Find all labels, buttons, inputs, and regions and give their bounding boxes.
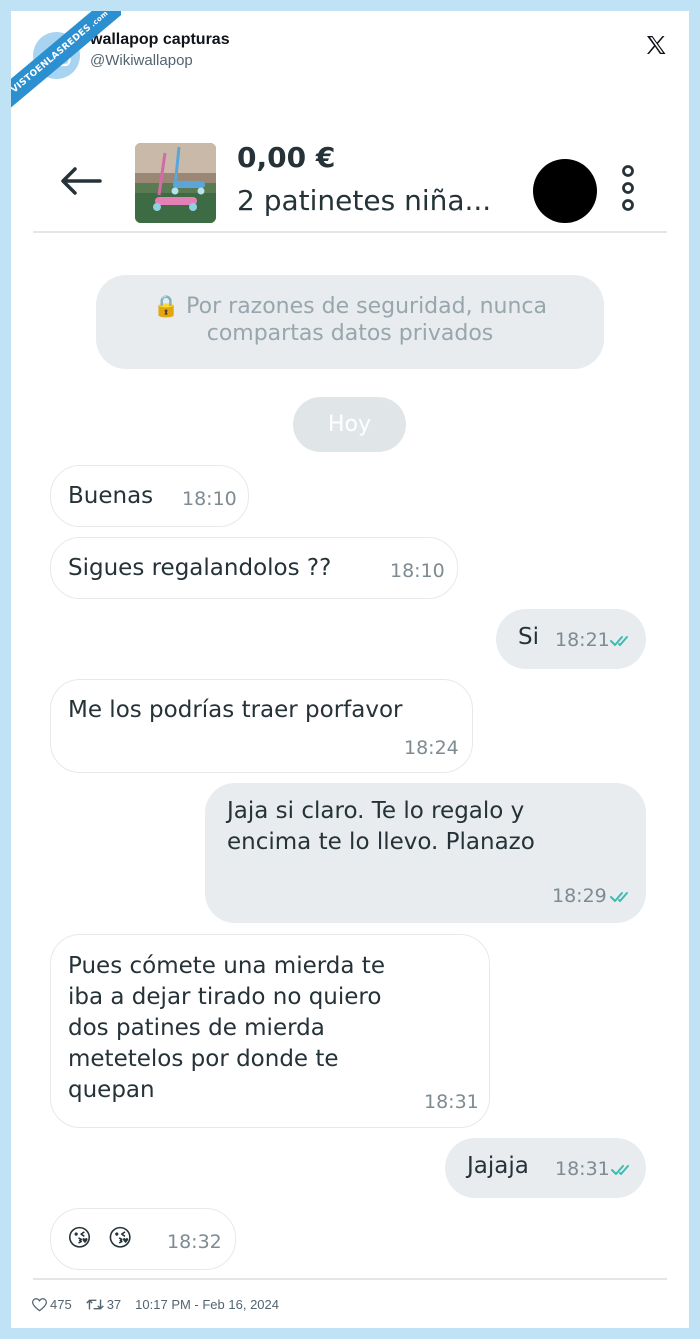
message-time: 18:31 — [424, 1091, 479, 1113]
message-bubble-incoming[interactable]: Sigues regalandolos ?? 18:10 — [50, 537, 458, 599]
like-count: 475 — [50, 1297, 72, 1312]
message-bubble-incoming[interactable]: Pues cómete una mierda te iba a dejar ti… — [50, 934, 490, 1128]
product-thumbnail[interactable] — [135, 143, 216, 223]
x-logo-icon[interactable] — [644, 33, 668, 57]
message-text: Buenas — [68, 483, 154, 509]
message-time: 18:24 — [404, 737, 459, 759]
safety-notice-line1: Por razones de seguridad, nunca — [186, 294, 547, 319]
tweet-footer: 475 37 10:17 PM - Feb 16, 2024 — [32, 1297, 293, 1312]
retweet-action[interactable]: 37 — [85, 1297, 122, 1312]
message-time: 18:10 — [182, 488, 237, 510]
message-bubble-outgoing[interactable]: Jaja si claro. Te lo regalo y encima te … — [205, 783, 646, 923]
message-bubble-outgoing[interactable]: Jajaja 18:31 — [445, 1138, 646, 1198]
tweet-card: VISTOENLASREDES .com wallapop capturas @W… — [11, 11, 689, 1328]
message-time: 18:29 — [552, 885, 607, 907]
scooter-image — [135, 143, 216, 223]
more-vertical-icon[interactable] — [620, 165, 636, 213]
message-bubble-incoming[interactable]: Me los podrías traer porfavor 18:24 — [50, 679, 473, 773]
watermark-label: VISTOENLASREDES — [11, 22, 94, 96]
like-action[interactable]: 475 — [32, 1297, 72, 1312]
message-text: 😘 😘 — [67, 1224, 137, 1252]
message-time: 18:21 — [555, 629, 610, 651]
watermark-sub: .com — [89, 11, 110, 29]
message-text: Pues cómete una mierda te iba a dejar ti… — [68, 953, 385, 1103]
message-text: Jaja si claro. Te lo regalo y encima te … — [227, 798, 535, 855]
day-separator: Hoy — [293, 397, 406, 452]
watermark-text: VISTOENLASREDES .com — [11, 11, 121, 116]
safety-notice-line2: compartas datos privados — [206, 321, 494, 346]
tweet-timestamp[interactable]: 10:17 PM - Feb 16, 2024 — [135, 1297, 279, 1312]
message-bubble-outgoing[interactable]: Si 18:21 — [496, 609, 646, 669]
message-text: Si — [518, 624, 539, 650]
safety-notice-line1-row: 🔒 Por razones de seguridad, nunca — [96, 293, 604, 320]
double-check-icon — [611, 1165, 629, 1175]
retweet-count: 37 — [106, 1297, 122, 1312]
message-time: 18:32 — [167, 1231, 222, 1253]
double-check-icon — [610, 636, 628, 646]
back-arrow-icon[interactable] — [60, 167, 102, 195]
product-price: 0,00 € — [237, 141, 336, 174]
message-text: Me los podrías traer porfavor — [68, 697, 403, 723]
retweet-icon — [85, 1299, 104, 1310]
watermark: VISTOENLASREDES .com — [11, 11, 121, 121]
message-bubble-incoming[interactable]: 😘 😘 18:32 — [50, 1208, 236, 1270]
footer-divider — [33, 1278, 667, 1280]
message-text: Jajaja — [467, 1153, 529, 1179]
seller-avatar[interactable] — [533, 159, 597, 223]
product-title[interactable]: 2 patinetes niña... — [237, 184, 491, 217]
message-time: 18:31 — [555, 1158, 610, 1180]
lock-icon: 🔒 — [153, 294, 180, 318]
message-text: Sigues regalandolos ?? — [68, 555, 332, 581]
safety-notice: 🔒 Por razones de seguridad, nunca compar… — [96, 275, 604, 369]
heart-icon — [32, 1297, 47, 1311]
message-bubble-incoming[interactable]: Buenas 18:10 — [50, 465, 249, 527]
double-check-icon — [610, 892, 628, 902]
message-time: 18:10 — [390, 560, 445, 582]
chat-header: 0,00 € 2 patinetes niña... — [33, 129, 667, 233]
